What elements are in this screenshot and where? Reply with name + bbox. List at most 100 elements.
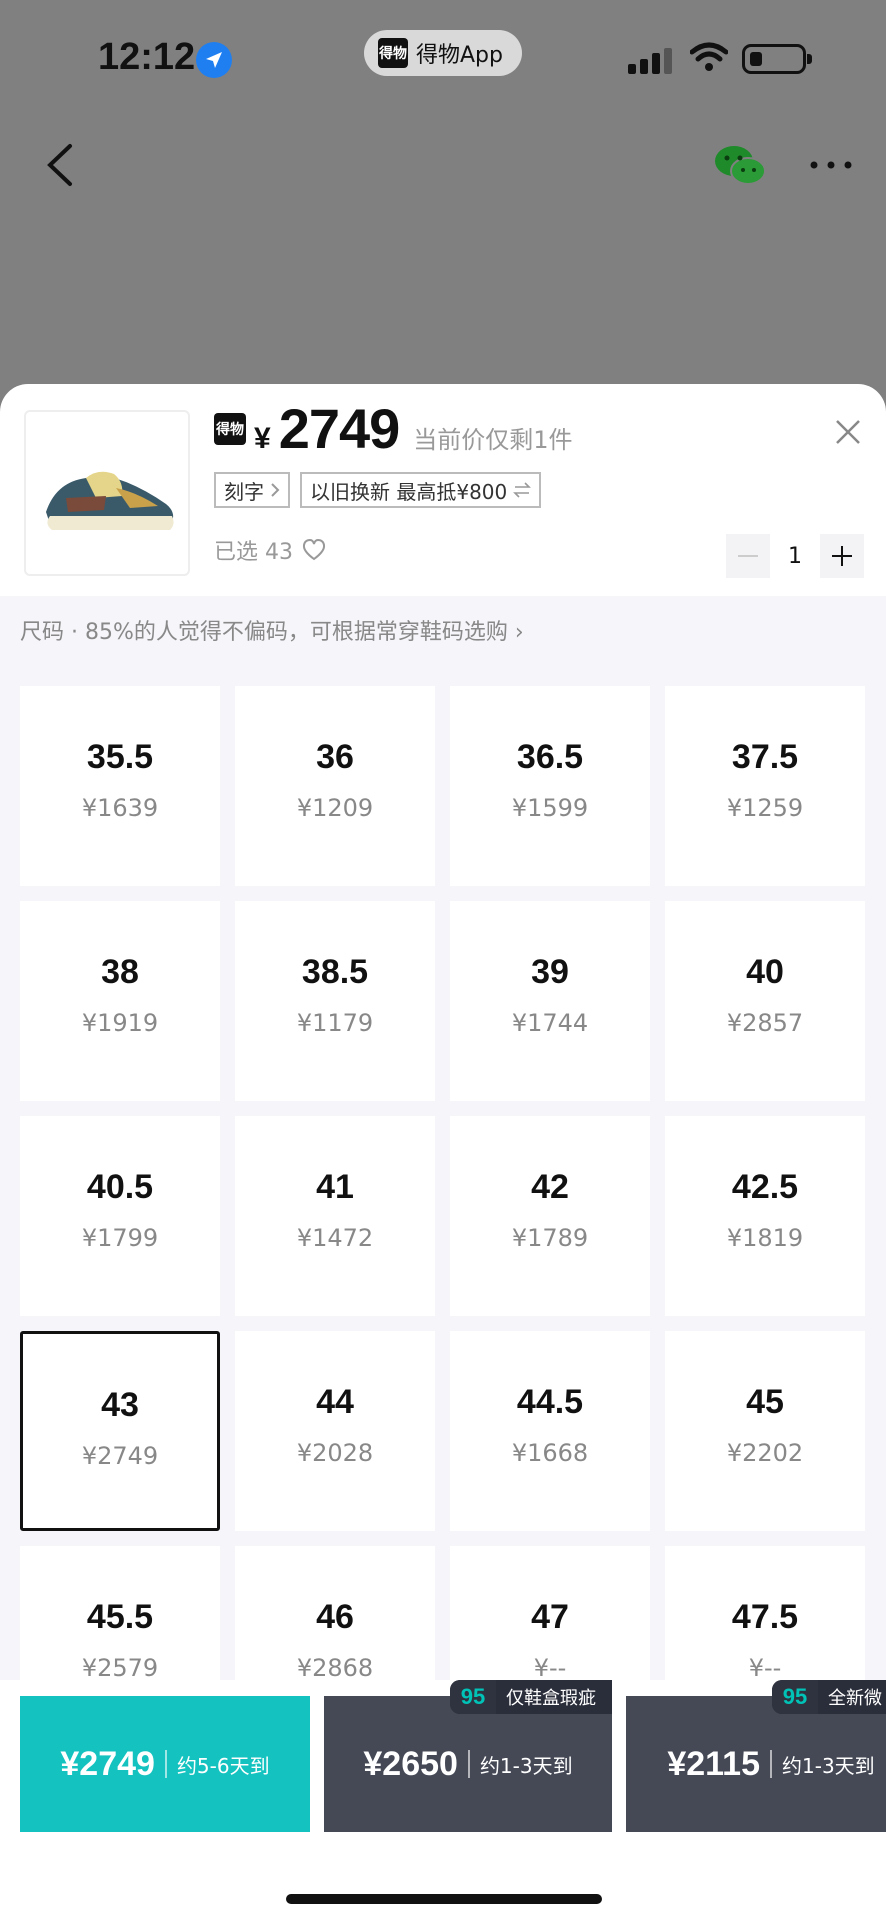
size-option[interactable]: 40.5 ¥1799 [20,1116,220,1316]
size-label: 40 [746,953,784,991]
signal-icon [628,48,672,74]
size-grid-area: 尺码 · 85%的人觉得不偏码，可根据常穿鞋码选购 › 35.5 ¥1639 36 ¥… [0,596,886,1746]
size-price: ¥1179 [296,1009,374,1037]
app-logo: 得物 [378,38,408,68]
size-price: ¥-- [748,1654,782,1682]
size-price: ¥1819 [726,1224,804,1252]
engrave-tag[interactable]: 刻字 [214,472,290,508]
size-label: 41 [316,1168,354,1206]
app-switch-pill[interactable]: 得物 得物App [364,30,522,76]
size-label: 47.5 [731,1598,799,1636]
size-label: 45 [746,1383,784,1421]
size-label: 44 [316,1383,354,1421]
size-price: ¥-- [533,1654,567,1682]
size-label: 38.5 [301,953,369,991]
buy-option-price: ¥2749 [60,1744,155,1783]
size-price: ¥1599 [511,794,589,822]
app-name: 得物App [416,43,503,68]
trade-in-tag[interactable]: 以旧换新 最高抵¥800 [300,472,542,508]
buy-option-price: ¥2115 [667,1744,760,1783]
buy-option-3[interactable]: ¥2115 约1-3天到 [626,1696,886,1832]
size-label: 36.5 [516,738,584,776]
size-price: ¥1789 [511,1224,589,1252]
selected-label: 已选 43 [214,540,293,565]
size-price: ¥1799 [81,1224,159,1252]
product-thumbnail [24,410,190,576]
quantity-stepper: 1 [726,534,864,578]
size-label: 37.5 [731,738,799,776]
size-option[interactable]: 38 ¥1919 [20,901,220,1101]
size-price: ¥2857 [726,1009,804,1037]
wechat-icon[interactable] [714,144,766,188]
size-option[interactable]: 37.5 ¥1259 [665,686,865,886]
size-option[interactable]: 35.5 ¥1639 [20,686,220,886]
size-hint[interactable]: 尺码 · 85%的人觉得不偏码，可根据常穿鞋码选购 › [20,614,524,646]
size-option[interactable]: 39 ¥1744 [450,901,650,1101]
plus-button[interactable] [820,534,864,578]
buy-option-delivery: 约1-3天到 [782,1753,875,1778]
home-indicator[interactable] [286,1894,602,1904]
buy-bar: ¥2749 约5-6天到 ¥2650 约1-3天到 95 仅鞋盒瑕疵 ¥2115… [0,1680,886,1920]
close-icon[interactable] [834,418,862,446]
more-icon[interactable] [806,150,856,180]
battery-icon [742,44,812,74]
size-label: 47 [531,1598,569,1636]
selected-info: 已选 43 [214,534,327,566]
heart-icon[interactable] [301,538,327,562]
condition-score: 95 [450,1680,496,1714]
size-price: ¥2202 [726,1439,804,1467]
size-price: ¥1639 [81,794,159,822]
buy-option-1[interactable]: ¥2749 约5-6天到 [20,1696,310,1832]
chevron-right-icon: › [514,620,524,645]
size-label: 40.5 [86,1168,154,1206]
currency-symbol: ¥ [254,422,271,455]
chevron-right-icon [271,483,280,497]
buy-option-delivery: 约1-3天到 [479,1753,573,1778]
condition-badge: 95 仅鞋盒瑕疵 [450,1680,612,1714]
size-price: ¥1744 [511,1009,589,1037]
size-label: 46 [316,1598,354,1636]
condition-text: 全新微 [828,1688,882,1709]
quantity-value: 1 [788,543,802,569]
size-option[interactable]: 42 ¥1789 [450,1116,650,1316]
size-option[interactable]: 43 ¥2749 [20,1331,220,1531]
size-option[interactable]: 45 ¥2202 [665,1331,865,1531]
size-option[interactable]: 38.5 ¥1179 [235,901,435,1101]
clock: 12:12 [98,36,196,78]
swap-icon [513,482,532,498]
size-label: 42 [531,1168,569,1206]
size-price: ¥1209 [296,794,374,822]
size-price: ¥2579 [81,1654,159,1682]
size-option[interactable]: 41 ¥1472 [235,1116,435,1316]
size-option[interactable]: 40 ¥2857 [665,901,865,1101]
size-price: ¥1919 [81,1009,159,1037]
size-option[interactable]: 36.5 ¥1599 [450,686,650,886]
condition-score: 95 [772,1680,818,1714]
tags: 刻字 以旧换新 最高抵¥800 [214,472,542,508]
size-price: ¥1668 [511,1439,589,1467]
condition-text: 仅鞋盒瑕疵 [506,1688,596,1709]
size-option[interactable]: 36 ¥1209 [235,686,435,886]
size-label: 36 [316,738,354,776]
current-price: 2749 [278,397,401,460]
size-hint-text: 尺码 · 85%的人觉得不偏码，可根据常穿鞋码选购 [20,620,508,645]
size-price: ¥2749 [81,1442,159,1470]
size-label: 42.5 [731,1168,799,1206]
back-icon[interactable] [40,140,80,190]
size-option[interactable]: 44.5 ¥1668 [450,1331,650,1531]
size-option[interactable]: 44 ¥2028 [235,1331,435,1531]
size-option[interactable]: 42.5 ¥1819 [665,1116,865,1316]
buy-option-2[interactable]: ¥2650 约1-3天到 [324,1696,612,1832]
size-label: 45.5 [86,1598,154,1636]
size-price: ¥1259 [726,794,804,822]
size-label: 38 [101,953,139,991]
minus-button[interactable] [726,534,770,578]
condition-badge: 95 全新微 [772,1680,886,1714]
size-label: 35.5 [86,738,154,776]
status-bar: 12:12 得物 得物App [0,0,886,120]
price-note: 当前价仅剩1件 [413,426,573,454]
size-label: 43 [101,1386,139,1424]
wifi-icon [690,42,728,71]
brand-logo: 得物 [214,412,246,445]
size-price: ¥1472 [296,1224,374,1252]
